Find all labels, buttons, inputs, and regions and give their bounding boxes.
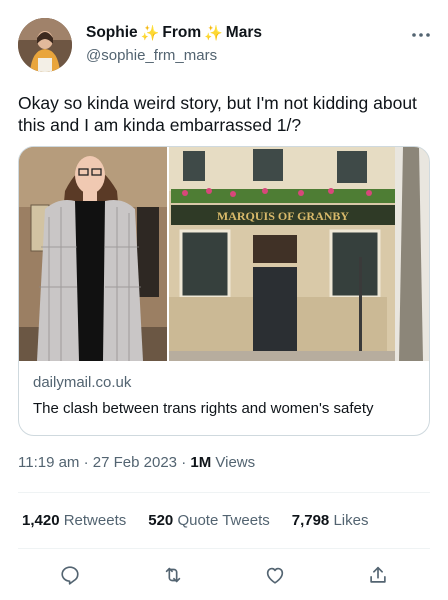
avatar-photo — [18, 18, 72, 72]
card-image: MARQUIS OF GRANBY — [19, 147, 429, 361]
author-name-part-1: Sophie — [86, 24, 138, 41]
separator-dot: · — [83, 454, 89, 471]
tweet-date[interactable]: 27 Feb 2023 — [93, 454, 177, 471]
retweets-label: Retweets — [63, 512, 127, 529]
author-name-part-2: From — [162, 24, 202, 41]
sparkle-emoji-icon: ✨ — [140, 25, 160, 42]
views-count: 1M — [190, 454, 212, 471]
card-domain: dailymail.co.uk — [33, 374, 132, 391]
author-display-name[interactable]: Sophie ✨ From ✨ Mars — [86, 24, 262, 42]
engagement-stats: 1,420 Retweets 520 Quote Tweets 7,798 Li… — [22, 512, 368, 529]
likes-count: 7,798 — [291, 512, 330, 529]
author-avatar[interactable] — [18, 18, 72, 72]
retweet-icon[interactable] — [160, 562, 186, 588]
quote-tweets-count: 520 — [148, 512, 174, 529]
divider — [18, 548, 430, 549]
retweets-count: 1,420 — [22, 512, 60, 529]
tweet-text: Okay so kinda weird story, but I'm not k… — [18, 93, 417, 135]
separator-dot: · — [181, 454, 187, 471]
tweet-time[interactable]: 11:19 am — [18, 454, 79, 471]
pub-sign-text: MARQUIS OF GRANBY — [217, 209, 350, 223]
tweet-author: Sophie ✨ From ✨ Mars @sophie_frm_mars — [86, 24, 262, 64]
like-icon[interactable] — [262, 562, 288, 588]
author-handle[interactable]: @sophie_frm_mars — [86, 47, 262, 64]
link-preview-card[interactable]: MARQUIS OF GRANBY dailymail.co.uk The cl… — [18, 146, 430, 436]
divider — [18, 492, 430, 493]
likes-stat[interactable]: 7,798 Likes — [292, 512, 369, 529]
tweet-timestamp: 11:19 am · 27 Feb 2023 · 1M Views — [18, 454, 255, 471]
tweet-action-bar — [0, 562, 448, 592]
more-horizontal-icon[interactable] — [412, 22, 430, 43]
likes-label: Likes — [333, 512, 369, 529]
card-title: The clash between trans rights and women… — [33, 400, 374, 417]
sparkle-emoji-icon: ✨ — [204, 25, 223, 42]
retweets-stat[interactable]: 1,420 Retweets — [22, 512, 126, 529]
share-icon[interactable] — [365, 562, 391, 588]
quote-tweets-stat[interactable]: 520 Quote Tweets — [148, 512, 269, 529]
reply-icon[interactable] — [57, 562, 83, 588]
quote-tweets-label: Quote Tweets — [177, 512, 270, 529]
views-label: Views — [215, 454, 256, 471]
author-name-part-3: Mars — [225, 24, 262, 41]
